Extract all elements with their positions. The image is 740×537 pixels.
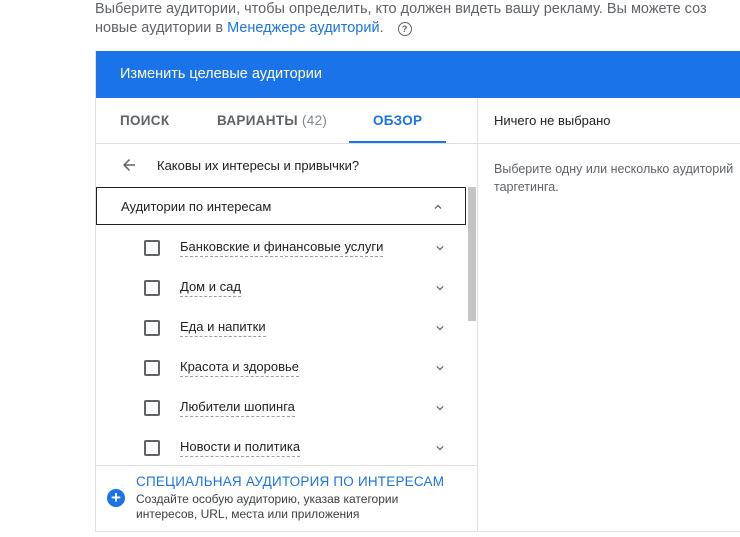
chevron-down-icon[interactable] [433,441,447,455]
back-arrow-icon[interactable] [120,156,138,174]
list-item: Новости и политика [96,429,466,469]
tab-options[interactable]: ВАРИАНТЫ (42) [217,98,327,143]
tab-options-count: (42) [301,113,328,128]
custom-desc-line-2: интересов, URL, места или приложения [136,507,360,521]
edit-audiences-panel: Изменить целевые аудитории ПОИСК ВАРИАНТ… [95,51,740,532]
chevron-up-icon[interactable] [431,200,445,214]
chevron-down-icon[interactable] [433,361,447,375]
item-label[interactable]: Любители шопинга [180,398,295,417]
intro-line-1: Выберите аудитории, чтобы определить, кт… [95,1,707,17]
empty-msg-line-2: таргетинга. [494,180,559,194]
empty-selection-message: Выберите одну или несколько аудиторий та… [494,160,740,196]
help-icon[interactable]: ? [397,22,412,36]
item-label[interactable]: Красота и здоровье [180,358,300,377]
list-item: Еда и напитки [96,309,466,349]
interest-audiences-section[interactable]: Аудитории по интересам [96,187,466,225]
tab-browse-label: ОБЗОР [373,113,423,128]
item-label[interactable]: Новости и политика [180,438,301,457]
checkbox[interactable] [144,320,160,336]
intro-line-2: новые аудитории в Менеджере аудиторий. ? [95,19,740,38]
plus-circle-icon[interactable]: + [107,489,125,507]
custom-audience-title[interactable]: СПЕЦИАЛЬНАЯ АУДИТОРИЯ ПО ИНТЕРЕСАМ [136,474,444,489]
back-row: Каковы их интересы и привычки? [96,144,477,188]
tab-options-label: ВАРИАНТЫ [217,113,298,128]
list-item: Банковские и финансовые услуги [96,229,466,269]
selected-summary: Ничего не выбрано [478,98,740,144]
chevron-down-icon[interactable] [433,401,447,415]
custom-interest-audience[interactable]: + СПЕЦИАЛЬНАЯ АУДИТОРИЯ ПО ИНТЕРЕСАМ Соз… [96,465,477,531]
list-item: Красота и здоровье [96,349,466,389]
item-label[interactable]: Банковские и финансовые услуги [180,238,384,257]
chevron-down-icon[interactable] [433,321,447,335]
checkbox[interactable] [144,400,160,416]
item-label[interactable]: Дом и сад [180,278,241,297]
checkbox[interactable] [144,360,160,376]
checkbox[interactable] [144,240,160,256]
panel-title: Изменить целевые аудитории [96,51,740,98]
chevron-down-icon[interactable] [433,281,447,295]
tab-search[interactable]: ПОИСК [120,98,169,143]
item-label[interactable]: Еда и напитки [180,318,266,337]
chevron-down-icon[interactable] [433,241,447,255]
checkbox[interactable] [144,440,160,456]
intro-line-2-suffix: . [379,20,384,36]
list-item: Любители шопинга [96,389,466,429]
tab-browse[interactable]: ОБЗОР [348,98,447,143]
scrollbar[interactable] [468,187,476,321]
audience-manager-link[interactable]: Менеджере аудиторий [227,20,379,36]
custom-desc-line-1: Создайте особую аудиторию, указав катего… [136,492,399,506]
intro-text: Выберите аудитории, чтобы определить, кт… [95,0,740,38]
tab-bar: ПОИСК ВАРИАНТЫ (42) ОБЗОР [96,98,477,144]
selection-column: Ничего не выбрано Выберите одну или неск… [478,98,740,531]
tab-search-label: ПОИСК [120,113,170,128]
empty-msg-line-1: Выберите одну или несколько аудиторий [494,162,734,176]
category-question: Каковы их интересы и привычки? [157,158,360,173]
interest-list: Банковские и финансовые услуги Дом и сад… [96,229,466,469]
checkbox[interactable] [144,280,160,296]
intro-line-2-prefix: новые аудитории в [95,20,228,36]
list-item: Дом и сад [96,269,466,309]
custom-audience-description: Создайте особую аудиторию, указав катего… [136,492,436,522]
section-title: Аудитории по интересам [121,199,272,214]
